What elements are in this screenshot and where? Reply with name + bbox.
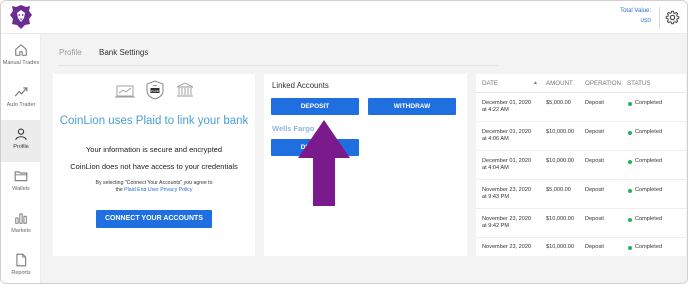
deposit-button[interactable]: DEPOSIT <box>271 98 359 115</box>
status-dot-icon <box>628 188 632 193</box>
sort-ascending-icon[interactable]: ▲ <box>533 80 538 86</box>
tx-operation: Deposit <box>585 100 604 106</box>
header-divider <box>659 7 660 29</box>
app-window: Total Value: USD Manual Trades Auto Trad… <box>0 0 688 284</box>
tx-status: Completed <box>635 100 663 106</box>
tx-amount: $10,000.00 <box>546 158 574 164</box>
status-dot-icon <box>628 217 632 222</box>
tx-date: November 23, 2020 <box>482 187 532 193</box>
withdraw-button[interactable]: WITHDRAW <box>368 98 456 115</box>
total-value: Total Value: USD <box>620 8 651 24</box>
sidebar-item-profile[interactable]: Profile <box>1 120 41 162</box>
sidebar-item-reports[interactable]: Reports <box>1 246 41 283</box>
tx-amount: $5,000.00 <box>546 187 571 193</box>
bank-building-icon <box>176 82 194 97</box>
tx-amount: $10,000.00 <box>546 216 574 222</box>
tab-bank-settings[interactable]: Bank Settings <box>97 44 151 66</box>
amount-column-header[interactable]: AMOUNT <box>546 80 573 87</box>
plaid-title: CoinLion uses Plaid to link your bank <box>59 115 249 127</box>
table-row[interactable]: December 01, 2020 at 4:04 AM $10,000.00 … <box>476 151 686 180</box>
status-dot-icon <box>628 101 632 106</box>
trend-line-icon <box>14 87 28 97</box>
folder-icon <box>14 171 28 182</box>
consent-text: By selecting "Connect Your Accounts" you… <box>95 180 213 186</box>
sidebar-item-label: Manual Trades <box>2 60 40 66</box>
connect-accounts-button[interactable]: CONNECT YOUR ACCOUNTS <box>96 210 212 228</box>
tx-operation: Deposit <box>585 244 604 250</box>
consent-prefix: the <box>115 187 123 193</box>
tx-date: December 01, 2020 <box>482 100 532 106</box>
tx-time: at 4:04 AM <box>482 165 509 171</box>
total-value-unit: USD <box>640 18 651 24</box>
privacy-policy-link[interactable]: Plaid End User Privacy Policy <box>124 187 192 193</box>
tx-operation: Deposit <box>585 216 604 222</box>
sidebar-item-wallets[interactable]: Wallets <box>1 162 41 204</box>
home-icon <box>15 44 27 56</box>
bar-chart-icon <box>15 213 27 224</box>
tx-status: Completed <box>635 129 663 135</box>
tx-date: December 01, 2020 <box>482 158 532 164</box>
tx-status: Completed <box>635 216 663 222</box>
user-icon <box>15 128 27 141</box>
gear-icon[interactable] <box>665 10 680 25</box>
transactions-header: DATE ▲ AMOUNT OPERATION STATUS <box>476 74 686 93</box>
tx-status: Completed <box>635 244 663 250</box>
linked-accounts-card: Linked Accounts DEPOSIT WITHDRAW Wells F… <box>264 74 467 256</box>
tx-amount: $10,000.00 <box>546 244 574 250</box>
svg-text:PLAID: PLAID <box>151 89 159 93</box>
sidebar-item-markets[interactable]: Markets <box>1 204 41 246</box>
security-text: Your information is secure and encrypted <box>85 145 223 154</box>
credentials-text: CoinLion does not have access to your cr… <box>70 162 238 171</box>
plaid-card: PLAID CoinLion uses Plaid to link your b… <box>53 74 255 256</box>
sidebar-item-manual-trades[interactable]: Manual Trades <box>1 36 41 78</box>
sidebar: Manual Trades Auto Trader Profile Wallet… <box>1 34 41 283</box>
status-dot-icon <box>628 130 632 135</box>
date-column-header[interactable]: DATE <box>482 80 498 87</box>
tx-time: at 4:22 AM <box>482 107 509 113</box>
plaid-badge-icon: PLAID <box>146 80 164 100</box>
table-row[interactable]: December 01, 2020 at 4:22 AM $5,000.00 D… <box>476 93 686 122</box>
tx-amount: $5,000.00 <box>546 100 571 106</box>
tx-time: at 9:43 PM <box>482 194 510 200</box>
status-dot-icon <box>628 159 632 164</box>
tx-status: Completed <box>635 158 663 164</box>
sidebar-item-auto-trader[interactable]: Auto Trader <box>1 78 41 120</box>
tx-time: at 4:06 AM <box>482 136 509 142</box>
tx-operation: Deposit <box>585 129 604 135</box>
sidebar-item-label: Profile <box>13 144 29 150</box>
tab-profile[interactable]: Profile <box>59 44 82 66</box>
tx-date: November 23, 2020 <box>482 216 532 222</box>
sidebar-item-label: Reports <box>11 270 31 276</box>
laptop-chart-icon <box>115 85 135 98</box>
lion-logo-icon[interactable] <box>9 4 33 30</box>
sidebar-item-label: Wallets <box>12 186 30 192</box>
sidebar-item-label: Markets <box>11 228 31 234</box>
tab-divider <box>58 65 498 66</box>
status-dot-icon <box>628 245 632 250</box>
sidebar-item-label: Auto Trader <box>6 102 36 108</box>
table-row[interactable]: November 23, 2020 at 9:43 PM $5,000.00 D… <box>476 180 686 209</box>
plaid-illustration: PLAID <box>115 80 194 100</box>
tx-amount: $10,000.00 <box>546 129 574 135</box>
consent-text-line2: the Plaid End User Privacy Policy <box>53 187 255 193</box>
linked-accounts-title: Linked Accounts <box>272 81 329 90</box>
tx-operation: Deposit <box>585 158 604 164</box>
table-row[interactable]: November 23, 2020 $10,000.00 Deposit Com… <box>476 238 686 256</box>
tx-operation: Deposit <box>585 187 604 193</box>
transactions-card: DATE ▲ AMOUNT OPERATION STATUS December … <box>476 74 686 256</box>
top-bar: Total Value: USD <box>1 1 687 34</box>
main-content: Profile Bank Settings PLAID CoinLion use… <box>41 34 687 283</box>
annotation-arrow-icon <box>298 120 350 206</box>
total-value-label: Total Value: <box>620 8 651 14</box>
document-icon <box>16 253 27 267</box>
table-row[interactable]: November 23, 2020 at 9:42 PM $10,000.00 … <box>476 209 686 238</box>
status-column-header[interactable]: STATUS <box>627 80 651 87</box>
tx-status: Completed <box>635 187 663 193</box>
table-row[interactable]: December 01, 2020 at 4:06 AM $10,000.00 … <box>476 122 686 151</box>
tx-date: December 01, 2020 <box>482 129 532 135</box>
tx-time: at 9:42 PM <box>482 223 510 229</box>
tx-date: November 23, 2020 <box>482 244 532 250</box>
operation-column-header[interactable]: OPERATION <box>585 80 621 87</box>
